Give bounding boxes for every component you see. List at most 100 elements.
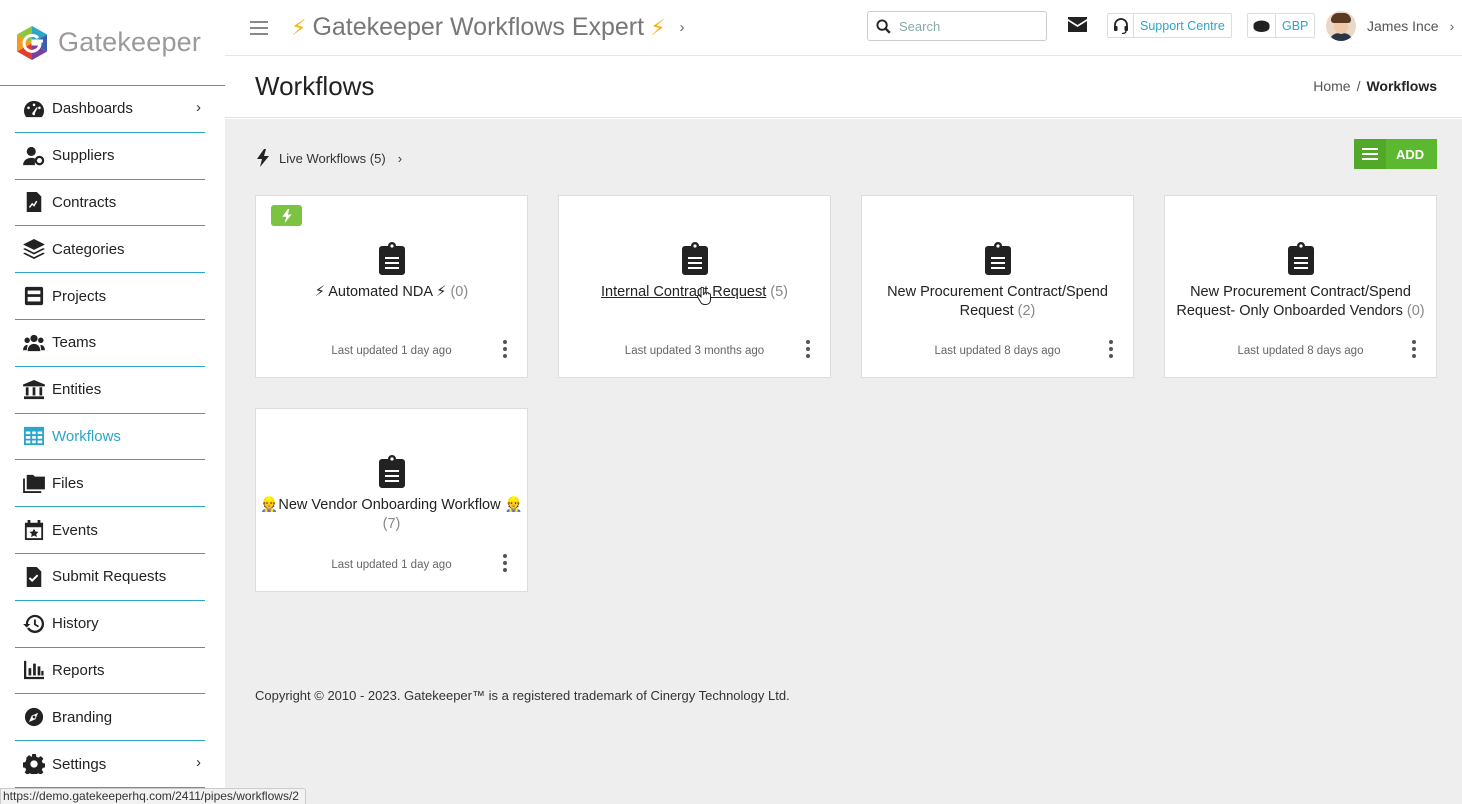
headset-icon — [1108, 14, 1134, 37]
title-suffix: ⚡ — [432, 284, 447, 300]
sidebar-item-settings[interactable]: Settings › — [15, 741, 205, 788]
workflow-card[interactable]: ⚡ Automated NDA ⚡ (0) Last updated 1 day… — [255, 195, 528, 378]
sidebar-item-suppliers[interactable]: Suppliers — [15, 133, 205, 180]
sidebar-item-label: Files — [52, 474, 84, 492]
search-icon — [876, 18, 891, 34]
sidebar-item-label: Categories — [52, 240, 125, 258]
page-header: Workflows Home / Workflows — [225, 57, 1462, 118]
sidebar-item-label: Reports — [52, 661, 105, 679]
live-workflows-toggle[interactable]: Live Workflows (5) › — [257, 149, 402, 167]
sidebar-item-reports[interactable]: Reports — [15, 648, 205, 695]
sidebar-item-submit-requests[interactable]: Submit Requests — [15, 554, 205, 601]
layers-icon — [22, 238, 46, 260]
workflow-title[interactable]: ⚡ Automated NDA ⚡ (0) — [264, 283, 519, 302]
workflow-title[interactable]: 👷New Vendor Onboarding Workflow 👷 (7) — [258, 496, 525, 534]
sidebar-item-categories[interactable]: Categories — [15, 226, 205, 274]
clipboard-icon — [378, 242, 405, 275]
menu-toggle-icon[interactable] — [250, 20, 268, 35]
envelope-icon[interactable] — [1068, 17, 1087, 37]
sidebar: Gatekeeper Dashboards › Suppliers Contra… — [0, 0, 225, 804]
workflow-count: (7) — [382, 516, 401, 532]
gear-icon — [22, 753, 46, 775]
sidebar-item-label: Suppliers — [52, 147, 115, 165]
sidebar-item-label: Dashboards — [52, 100, 133, 118]
topbar: ⚡ Gatekeeper Workflows Expert ⚡ › Suppor… — [225, 0, 1462, 56]
dashboard-icon — [22, 98, 46, 120]
sidebar-item-label: Events — [52, 521, 98, 539]
section-label: Live Workflows (5) — [279, 150, 386, 166]
breadcrumb: Home / Workflows — [1313, 78, 1437, 94]
workflow-count: (0) — [1406, 303, 1425, 319]
hand-pointer-cursor-icon — [697, 287, 711, 305]
status-bar-url: https://demo.gatekeeperhq.com/2411/pipes… — [0, 788, 306, 804]
workflow-title[interactable]: New Procurement Contract/Spend Request (… — [870, 283, 1125, 321]
sidebar-item-label: Workflows — [52, 427, 121, 445]
brand-name: Gatekeeper — [58, 27, 202, 57]
sidebar-item-label: Branding — [52, 708, 113, 726]
more-options-icon[interactable] — [1412, 340, 1416, 358]
more-options-icon[interactable] — [1109, 340, 1113, 358]
user-menu[interactable]: James Ince › — [1326, 11, 1454, 41]
projects-icon — [22, 285, 46, 307]
sidebar-item-projects[interactable]: Projects — [15, 273, 205, 320]
sidebar-item-branding[interactable]: Branding — [15, 694, 205, 742]
bar-chart-icon — [22, 659, 46, 681]
app-title[interactable]: ⚡ Gatekeeper Workflows Expert ⚡ › — [291, 13, 685, 42]
last-updated: Last updated 8 days ago — [934, 345, 1061, 357]
more-options-icon[interactable] — [806, 340, 810, 358]
sidebar-item-events[interactable]: Events — [15, 507, 205, 554]
chevron-right-icon: › — [196, 753, 201, 771]
sidebar-item-contracts[interactable]: Contracts — [15, 180, 205, 227]
workflow-count: (0) — [450, 284, 469, 300]
calendar-star-icon — [22, 519, 46, 541]
workflow-count: (5) — [770, 284, 788, 300]
sidebar-item-dashboards[interactable]: Dashboards › — [15, 86, 205, 133]
user-cog-icon — [22, 145, 46, 167]
workflow-title[interactable]: New Procurement Contract/Spend Request- … — [1173, 283, 1428, 321]
clipboard-icon — [681, 242, 708, 275]
last-updated: Last updated 1 day ago — [331, 345, 452, 357]
workflow-card[interactable]: Internal Contract Request (5) Last updat… — [558, 195, 831, 378]
workflow-card[interactable]: New Procurement Contract/Spend Request- … — [1164, 195, 1437, 378]
sidebar-item-label: Projects — [52, 287, 107, 305]
sidebar-item-entities[interactable]: Entities — [15, 367, 205, 414]
lightning-icon: ⚡ — [291, 14, 307, 40]
workflow-name: New Procurement Contract/Spend Request- … — [1176, 284, 1411, 319]
breadcrumb-current: Workflows — [1366, 78, 1437, 94]
file-contract-icon — [22, 191, 46, 213]
chevron-right-icon: › — [397, 150, 403, 166]
title-suffix: 👷 — [500, 497, 523, 513]
clipboard-icon — [378, 455, 405, 488]
add-workflow-button[interactable]: ADD — [1354, 139, 1437, 169]
breadcrumb-separator: / — [1356, 78, 1361, 94]
support-centre-button[interactable]: Support Centre — [1107, 13, 1232, 38]
sidebar-item-label: History — [52, 615, 99, 633]
sidebar-item-workflows[interactable]: Workflows — [15, 414, 205, 461]
sidebar-item-files[interactable]: Files — [15, 460, 205, 508]
workflow-name: Automated NDA — [328, 284, 433, 300]
workflow-card[interactable]: New Procurement Contract/Spend Request (… — [861, 195, 1134, 378]
lightning-icon — [257, 149, 269, 167]
clipboard-icon — [1287, 242, 1314, 275]
brand-logo[interactable]: Gatekeeper — [0, 0, 225, 86]
workflow-name: Internal Contract Request — [601, 284, 767, 300]
copyright-footer: Copyright © 2010 - 2023. Gatekeeper™ is … — [255, 688, 790, 703]
workflow-title[interactable]: Internal Contract Request (5) — [567, 283, 822, 302]
title-prefix: 👷 — [260, 497, 279, 513]
currency-label: GBP — [1282, 18, 1309, 33]
more-options-icon[interactable] — [503, 340, 507, 358]
search-input[interactable] — [899, 18, 1039, 34]
coins-icon — [1248, 14, 1276, 37]
history-icon — [22, 613, 46, 635]
workflow-card[interactable]: 👷New Vendor Onboarding Workflow 👷 (7) La… — [255, 408, 528, 592]
chevron-right-icon[interactable]: › — [680, 19, 685, 36]
sidebar-item-history[interactable]: History — [15, 601, 205, 648]
workflow-count: (2) — [1017, 303, 1036, 319]
clipboard-icon — [984, 242, 1011, 275]
breadcrumb-home[interactable]: Home — [1313, 78, 1350, 94]
search-box[interactable] — [867, 11, 1047, 41]
currency-selector[interactable]: GBP — [1247, 13, 1316, 38]
sidebar-item-label: Settings — [52, 755, 107, 773]
more-options-icon[interactable] — [503, 554, 507, 572]
sidebar-item-teams[interactable]: Teams — [15, 320, 205, 367]
